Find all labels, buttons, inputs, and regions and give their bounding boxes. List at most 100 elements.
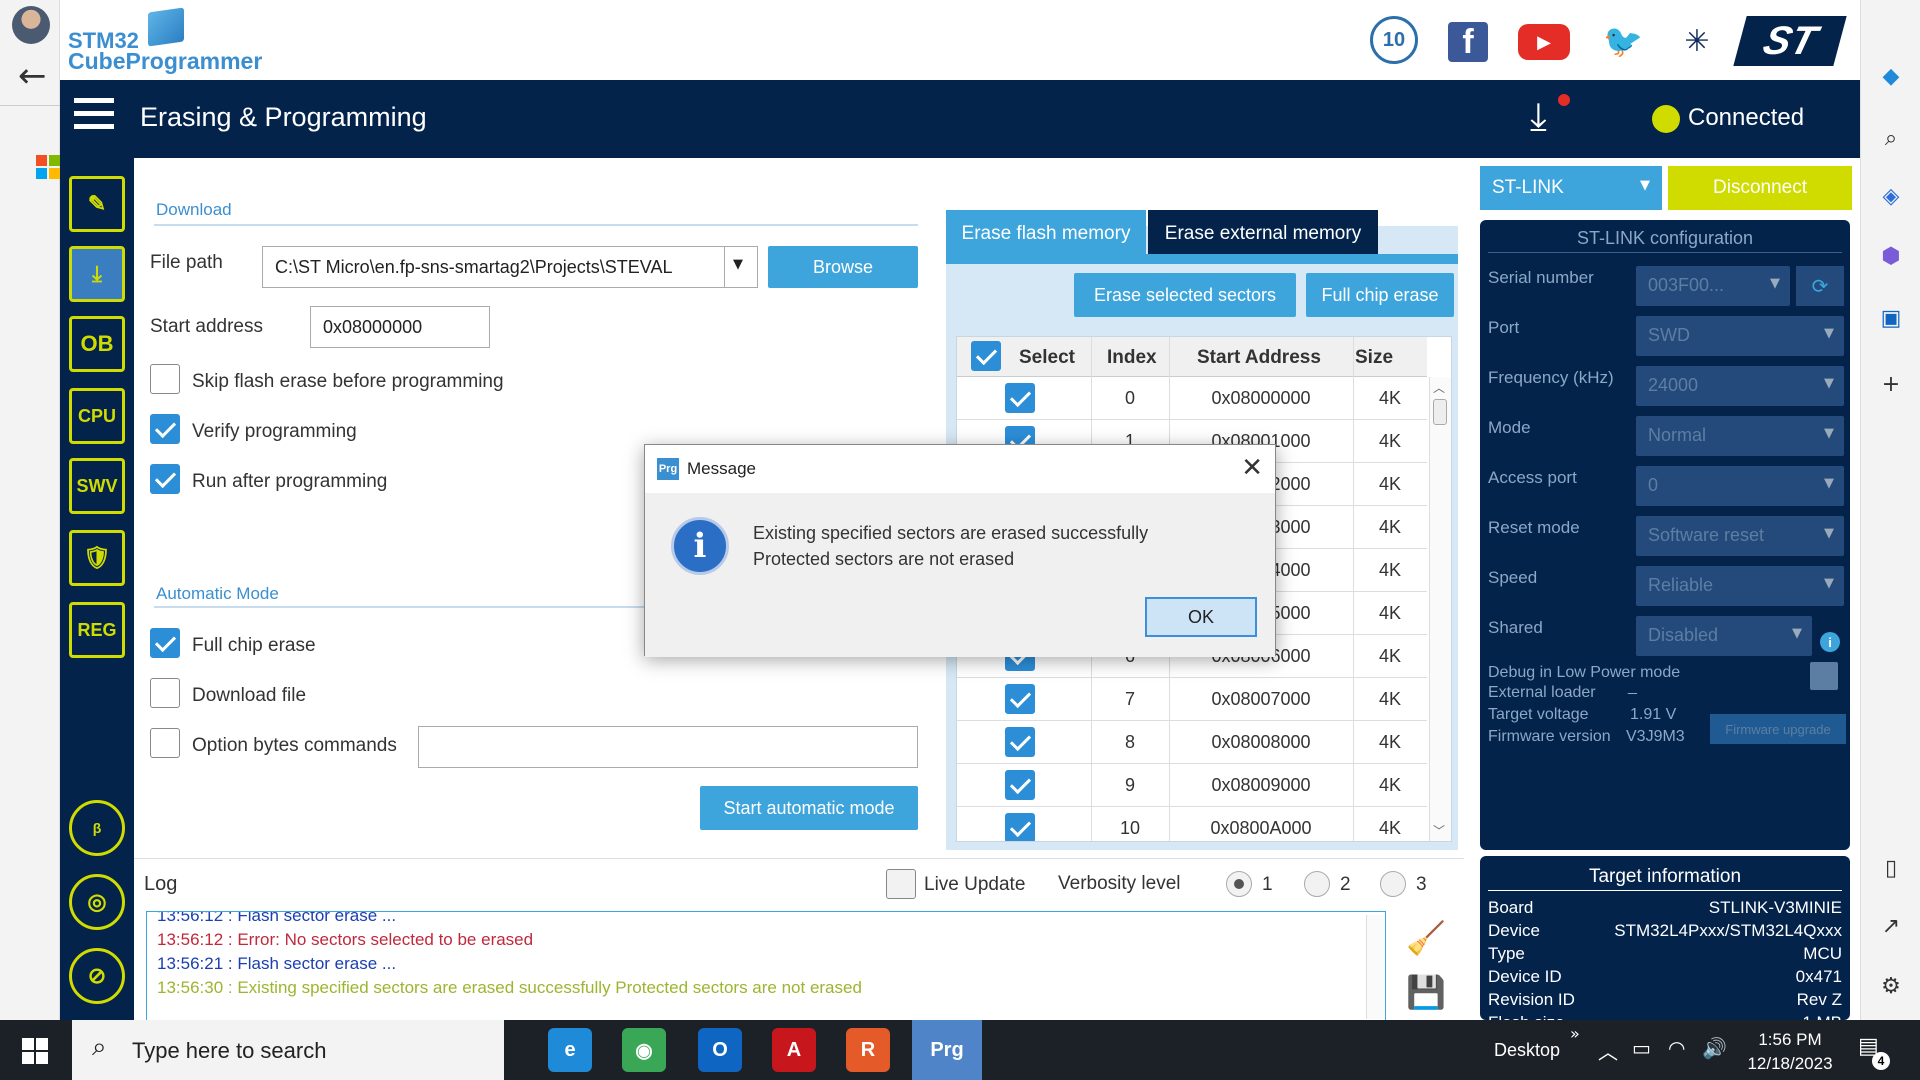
interface-select[interactable]: ST-LINK ▼ <box>1480 166 1662 210</box>
config-field-select[interactable]: Reliable <box>1636 566 1844 606</box>
log-output[interactable]: 13:56:12 : Flash sector erase ... 13:56:1… <box>146 911 1386 1021</box>
save-log-icon[interactable]: 💾 <box>1406 973 1446 1011</box>
sidebar-toggle-icon[interactable]: ▯ <box>1877 854 1905 882</box>
tab-erase-flash-memory[interactable]: Erase flash memory <box>946 210 1146 258</box>
taskbar-app-prg[interactable]: Prg <box>912 1020 982 1080</box>
verbosity-radio-1[interactable] <box>1226 871 1252 897</box>
volume-icon[interactable]: 🔊 <box>1702 1036 1727 1060</box>
row-select-checkbox[interactable] <box>1005 727 1035 757</box>
browse-button[interactable]: Browse <box>768 246 918 288</box>
clear-log-icon[interactable]: 🧹 <box>1406 919 1446 957</box>
clock[interactable]: 1:56 PM 12/18/2023 <box>1740 1028 1840 1076</box>
start-automatic-mode-button[interactable]: Start automatic mode <box>700 786 918 830</box>
file-path-input[interactable]: C:\ST Micro\en.fp-sns-smartag2\Projects\… <box>262 246 758 288</box>
start-windows-icon[interactable] <box>22 1038 48 1064</box>
start-address-input[interactable]: 0x08000000 <box>310 306 490 348</box>
verbosity-radio-3[interactable] <box>1380 871 1406 897</box>
verbosity-radio-2[interactable] <box>1304 871 1330 897</box>
taskbar-app-outlook[interactable]: O <box>698 1028 742 1072</box>
config-field-select[interactable]: 003F00... <box>1636 266 1790 306</box>
desktop-label[interactable]: Desktop <box>1494 1040 1560 1061</box>
taskbar-app-rider[interactable]: R <box>846 1028 890 1072</box>
nav-security[interactable]: 🛡 <box>69 530 125 586</box>
settings-icon[interactable]: ⚙ <box>1877 972 1905 1000</box>
ok-button[interactable]: OK <box>1145 597 1257 637</box>
battery-icon[interactable]: ▭ <box>1632 1036 1651 1060</box>
tag-icon[interactable]: ◈ <box>1877 182 1905 210</box>
download-file-checkbox[interactable] <box>150 678 180 708</box>
live-update-checkbox[interactable] <box>886 869 916 899</box>
hamburger-menu-icon[interactable] <box>74 98 114 132</box>
external-link-icon[interactable]: ↗ <box>1877 912 1905 940</box>
nav-beta-icon[interactable]: β <box>69 800 125 856</box>
table-row[interactable]: 9 0x08009000 4K <box>957 764 1427 807</box>
copilot-icon[interactable]: ◆ <box>1877 62 1905 90</box>
scroll-thumb[interactable] <box>1433 399 1447 425</box>
profile-avatar[interactable] <box>12 6 50 44</box>
nav-chip-icon[interactable]: ◎ <box>69 874 125 930</box>
refresh-icon[interactable]: ⟳ <box>1796 266 1844 306</box>
debug-low-power-checkbox[interactable] <box>1810 662 1838 690</box>
tab-erase-external-memory[interactable]: Erase external memory <box>1148 210 1378 258</box>
nav-registers[interactable]: REG <box>69 602 125 658</box>
config-field-select[interactable]: 24000 <box>1636 366 1844 406</box>
taskbar-app-edge[interactable]: e <box>548 1028 592 1072</box>
wifi-icon[interactable]: ◠ <box>1668 1036 1685 1060</box>
taskbar-search[interactable]: ⌕ Type here to search <box>72 1020 504 1080</box>
verify-programming-checkbox[interactable] <box>150 414 180 444</box>
config-field-select[interactable]: 0 <box>1636 466 1844 506</box>
select-all-checkbox[interactable] <box>971 341 1001 371</box>
skip-erase-checkbox[interactable] <box>150 364 180 394</box>
erase-selected-sectors-button[interactable]: Erase selected sectors <box>1074 273 1296 317</box>
row-select-checkbox[interactable] <box>1005 684 1035 714</box>
config-field-select[interactable]: Normal <box>1636 416 1844 456</box>
table-scrollbar[interactable]: ︿ ﹀ <box>1429 377 1451 841</box>
taskbar-app-chrome[interactable]: ◉ <box>622 1028 666 1072</box>
nav-option-bytes[interactable]: OB <box>69 316 125 372</box>
option-bytes-checkbox[interactable] <box>150 728 180 758</box>
network-icon[interactable]: ✳ <box>1672 16 1722 66</box>
table-row[interactable]: 0 0x08000000 4K <box>957 377 1427 420</box>
log-scrollbar[interactable] <box>1366 915 1384 1019</box>
table-row[interactable]: 8 0x08008000 4K <box>957 721 1427 764</box>
add-icon[interactable]: + <box>1877 370 1905 398</box>
twitter-icon[interactable]: 🐦 <box>1598 16 1648 66</box>
disconnect-button[interactable]: Disconnect <box>1668 166 1852 210</box>
youtube-icon[interactable]: ▶ <box>1518 24 1570 60</box>
full-chip-erase-button[interactable]: Full chip erase <box>1306 273 1454 317</box>
table-row[interactable]: 7 0x08007000 4K <box>957 678 1427 721</box>
run-after-programming-checkbox[interactable] <box>150 464 180 494</box>
microsoft-logo-icon[interactable] <box>36 155 60 179</box>
nav-eraser-icon[interactable]: ⊘ <box>69 948 125 1004</box>
nav-swv[interactable]: SWV <box>69 458 125 514</box>
search-icon[interactable]: ⌕ <box>1877 124 1905 152</box>
nav-erasing-programming[interactable]: ⤓ <box>69 246 125 302</box>
taskbar-app-acrobat[interactable]: A <box>772 1028 816 1072</box>
row-select-checkbox[interactable] <box>1005 383 1035 413</box>
info-icon[interactable]: i <box>1820 632 1840 652</box>
facebook-icon[interactable]: f <box>1448 22 1488 62</box>
outlook-icon[interactable]: ▣ <box>1877 304 1905 332</box>
scroll-down-icon[interactable]: ﹀ <box>1433 822 1445 839</box>
firmware-upgrade-button[interactable]: Firmware upgrade <box>1710 714 1846 744</box>
office-icon[interactable]: ⬢ <box>1877 242 1905 270</box>
row-select-checkbox[interactable] <box>1005 813 1035 841</box>
anniversary-badge-icon[interactable]: 10 <box>1370 16 1418 64</box>
auto-full-chip-erase-checkbox[interactable] <box>150 628 180 658</box>
nav-cpu[interactable]: CPU <box>69 388 125 444</box>
st-logo[interactable]: ST <box>1733 16 1847 66</box>
file-path-dropdown-icon[interactable]: ▼ <box>724 246 758 288</box>
nav-memory-edit[interactable]: ✎ <box>69 176 125 232</box>
overflow-chevron-icon[interactable]: » <box>1570 1024 1580 1043</box>
back-arrow-icon[interactable]: ← <box>18 56 47 96</box>
option-bytes-input[interactable] <box>418 726 918 768</box>
config-field-select[interactable]: Software reset <box>1636 516 1844 556</box>
row-select-checkbox[interactable] <box>1005 770 1035 800</box>
scroll-up-icon[interactable]: ︿ <box>1433 379 1445 396</box>
config-field-select[interactable]: SWD <box>1636 316 1844 356</box>
download-update-icon[interactable]: ⤓ <box>1530 94 1570 139</box>
dialog-close-icon[interactable]: ✕ <box>1241 453 1263 483</box>
config-field-select[interactable]: Disabled <box>1636 616 1812 656</box>
table-row[interactable]: 10 0x0800A000 4K <box>957 807 1427 841</box>
show-hidden-icons-icon[interactable]: ︿ <box>1598 1036 1618 1065</box>
